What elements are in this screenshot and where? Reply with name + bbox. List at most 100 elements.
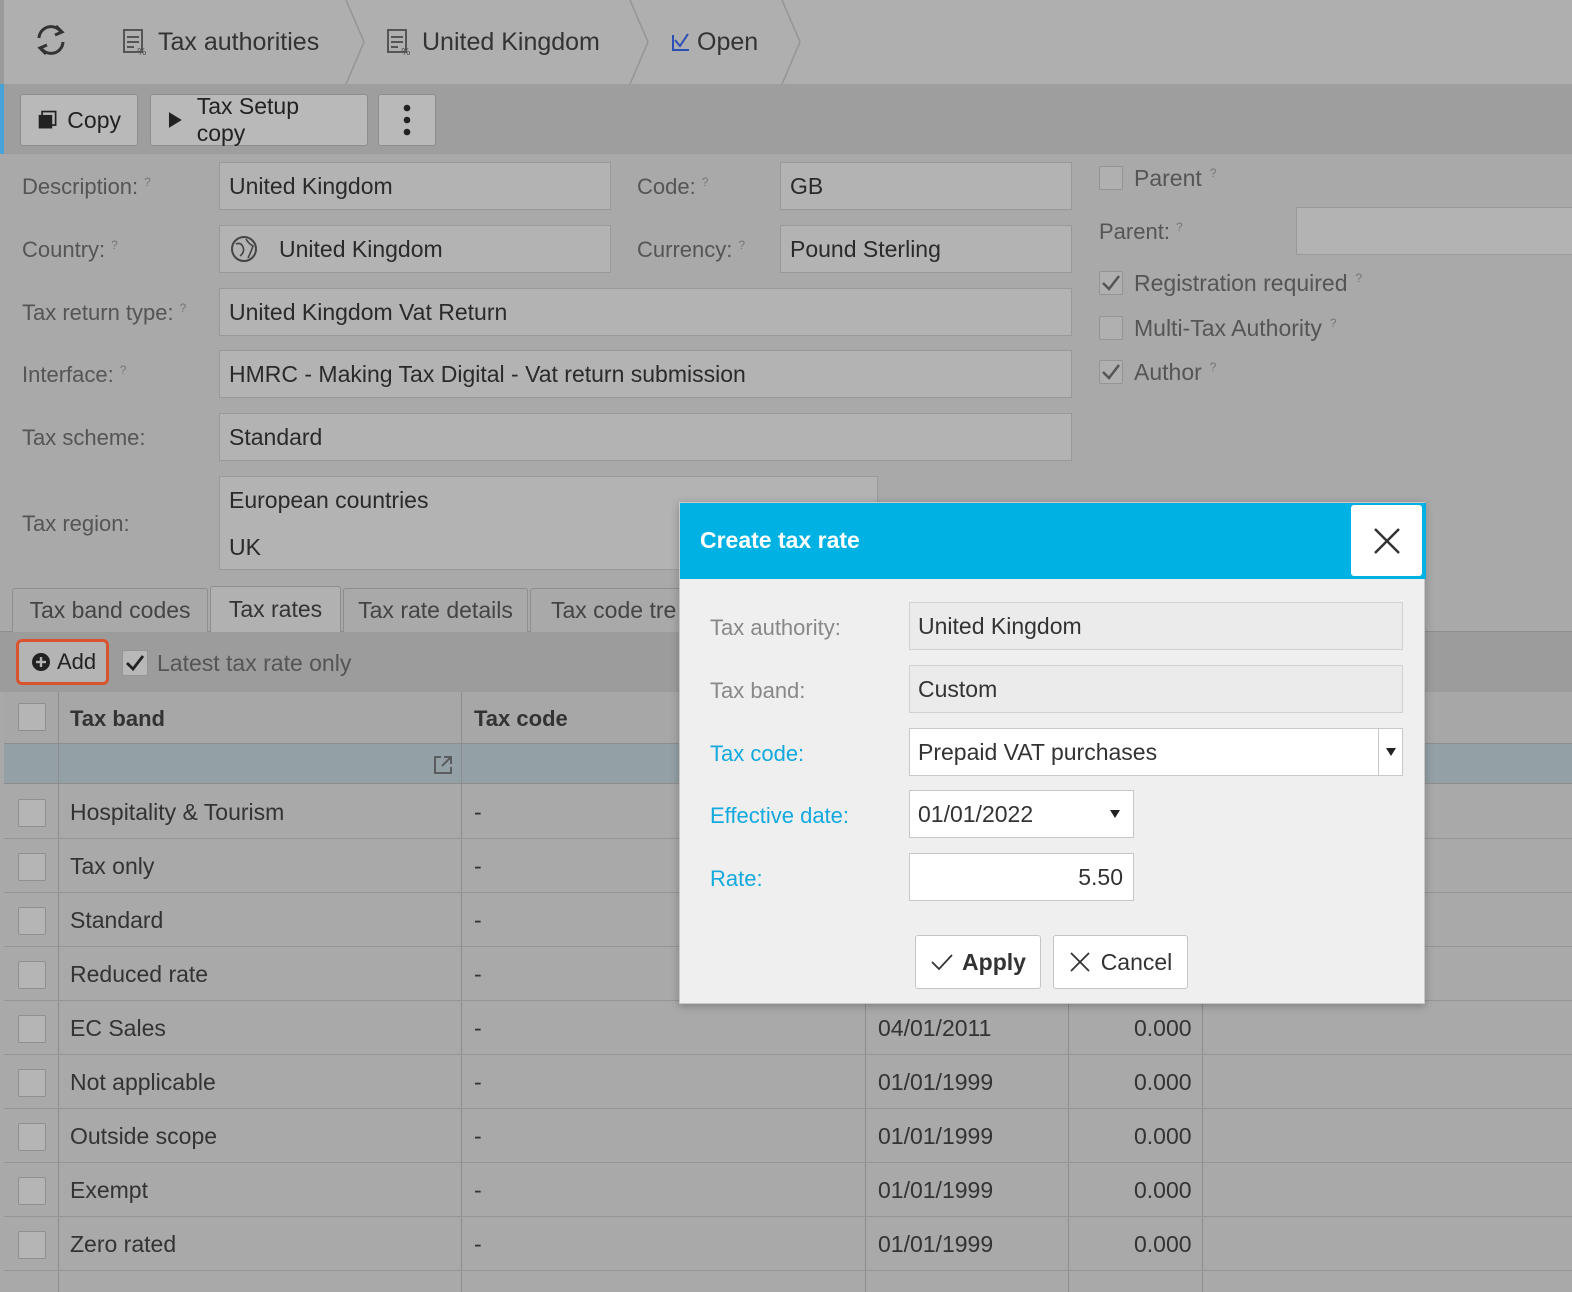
apply-button-label: Apply: [962, 948, 1026, 975]
cell-rate: 0.000: [1134, 1015, 1192, 1041]
cell-tax-code: -: [474, 1069, 482, 1095]
check-icon: [672, 33, 689, 51]
breadcrumb-united-kingdom[interactable]: % United Kingdom: [386, 0, 600, 84]
svg-text:%: %: [137, 47, 147, 56]
select-all-checkbox[interactable]: [18, 703, 46, 731]
code-field[interactable]: GB: [780, 162, 1072, 210]
column-header-tax-band[interactable]: Tax band: [70, 706, 165, 732]
tax-band-field: Custom: [909, 665, 1403, 713]
open-external-icon[interactable]: [432, 754, 454, 776]
table-row[interactable]: Exempt - 01/01/1999 0.000: [4, 1163, 1572, 1217]
cancel-button[interactable]: Cancel: [1053, 935, 1188, 989]
add-button[interactable]: Add: [16, 639, 109, 685]
description-label: Description:?: [22, 174, 151, 199]
cell-effective-date: 01/01/1999: [878, 1123, 994, 1149]
cell-tax-code: -: [474, 1231, 482, 1257]
column-header-tax-code[interactable]: Tax code: [474, 706, 568, 732]
table-row[interactable]: EC Sales - 04/01/2011 0.000: [4, 1001, 1572, 1055]
row-checkbox[interactable]: [18, 961, 46, 989]
breadcrumb: % Tax authorities % United Kingdom Open: [0, 0, 1572, 84]
more-vertical-icon: [403, 104, 411, 136]
cell-rate: 0.000: [1134, 1231, 1192, 1257]
breadcrumb-label: Tax authorities: [158, 27, 320, 56]
cancel-button-label: Cancel: [1100, 948, 1173, 975]
registration-required-checkbox[interactable]: [1099, 271, 1123, 295]
tax-setup-copy-button[interactable]: Tax Setup copy: [150, 93, 368, 146]
table-row[interactable]: Not applicable - 01/01/1999 0.000: [4, 1055, 1572, 1109]
breadcrumb-label: United Kingdom: [422, 27, 600, 56]
tax-scheme-field[interactable]: Standard: [219, 413, 1072, 461]
latest-tax-rate-label: Latest tax rate only: [157, 650, 352, 676]
author-checkbox[interactable]: [1099, 360, 1123, 384]
parent-field[interactable]: [1296, 207, 1572, 255]
row-checkbox[interactable]: [18, 799, 46, 827]
tax-region-label: Tax region:: [22, 511, 130, 536]
table-row[interactable]: Zero rated - 01/01/1999 0.000: [4, 1217, 1572, 1271]
checkmark-icon: [1102, 364, 1120, 380]
code-label: Code:?: [637, 174, 709, 199]
row-checkbox[interactable]: [18, 907, 46, 935]
table-row[interactable]: Outside scope - 01/01/1999 0.000: [4, 1109, 1572, 1163]
cell-tax-code: -: [474, 853, 482, 879]
cell-tax-code: -: [474, 1015, 482, 1041]
tax-band-label: Tax band:: [710, 678, 806, 703]
cell-tax-band: Exempt: [70, 1177, 148, 1203]
cell-tax-code: -: [474, 907, 482, 933]
latest-tax-rate-checkbox[interactable]: [122, 650, 148, 676]
svg-text:%: %: [401, 47, 411, 56]
breadcrumb-separator: [345, 0, 365, 84]
tax-return-type-field[interactable]: United Kingdom Vat Return: [219, 288, 1072, 336]
cell-tax-band: Hospitality & Tourism: [70, 799, 285, 825]
copy-button[interactable]: Copy: [20, 94, 138, 146]
breadcrumb-tax-authorities[interactable]: % Tax authorities: [122, 0, 319, 84]
tab-tax-code-tree[interactable]: Tax code tre: [530, 588, 690, 632]
cell-effective-date: 04/01/2011: [878, 1015, 992, 1041]
row-checkbox[interactable]: [18, 1231, 46, 1259]
effective-date-picker[interactable]: 01/01/2022: [909, 790, 1134, 838]
tax-authority-field: United Kingdom: [909, 602, 1403, 650]
check-icon: [931, 954, 953, 971]
currency-label: Currency:?: [637, 237, 746, 262]
close-icon: [1373, 527, 1400, 554]
close-icon: [1070, 952, 1090, 972]
checkmark-icon: [1102, 275, 1120, 291]
globe-icon: [231, 236, 257, 262]
breadcrumb-open[interactable]: Open: [671, 0, 758, 84]
cell-tax-code: -: [474, 1123, 482, 1149]
refresh-icon[interactable]: [34, 22, 68, 58]
row-checkbox[interactable]: [18, 1015, 46, 1043]
apply-button[interactable]: Apply: [915, 935, 1041, 989]
tax-return-type-label: Tax return type:?: [22, 300, 187, 325]
row-checkbox[interactable]: [18, 1069, 46, 1097]
interface-field[interactable]: HMRC - Making Tax Digital - Vat return s…: [219, 350, 1072, 398]
interface-label: Interface:?: [22, 362, 127, 387]
cell-tax-band: Reduced rate: [70, 961, 209, 987]
multi-tax-authority-label: Multi-Tax Authority?: [1134, 315, 1337, 341]
row-checkbox[interactable]: [18, 1123, 46, 1151]
create-tax-rate-dialog: Create tax rate Tax authority: United Ki…: [679, 502, 1426, 1004]
plus-circle-icon: [32, 653, 50, 671]
multi-tax-authority-checkbox[interactable]: [1099, 316, 1123, 340]
cell-tax-band: Zero rated: [70, 1231, 177, 1257]
tax-scheme-label: Tax scheme:: [22, 425, 146, 450]
currency-field[interactable]: Pound Sterling: [780, 225, 1072, 273]
chevron-down-icon[interactable]: [1109, 809, 1121, 819]
country-field[interactable]: United Kingdom: [219, 225, 611, 273]
breadcrumb-label: Open: [697, 27, 759, 56]
tax-code-select[interactable]: Prepaid VAT purchases: [909, 728, 1403, 776]
country-label: Country:?: [22, 237, 118, 262]
more-options-button[interactable]: [378, 94, 436, 146]
tab-tax-rates[interactable]: Tax rates: [210, 586, 341, 632]
row-checkbox[interactable]: [18, 853, 46, 881]
tab-tax-rate-details[interactable]: Tax rate details: [343, 588, 528, 632]
dialog-header: Create tax rate: [680, 503, 1426, 579]
parent-checkbox[interactable]: [1099, 166, 1123, 190]
close-button[interactable]: [1351, 505, 1422, 576]
copy-button-label: Copy: [67, 106, 121, 133]
tab-tax-band-codes[interactable]: Tax band codes: [12, 588, 208, 632]
description-field[interactable]: United Kingdom: [219, 162, 611, 210]
rate-input[interactable]: 5.50: [909, 853, 1134, 901]
row-checkbox[interactable]: [18, 1177, 46, 1205]
tax-code-dropdown-toggle[interactable]: [1378, 729, 1402, 775]
registration-required-label: Registration required?: [1134, 270, 1363, 296]
